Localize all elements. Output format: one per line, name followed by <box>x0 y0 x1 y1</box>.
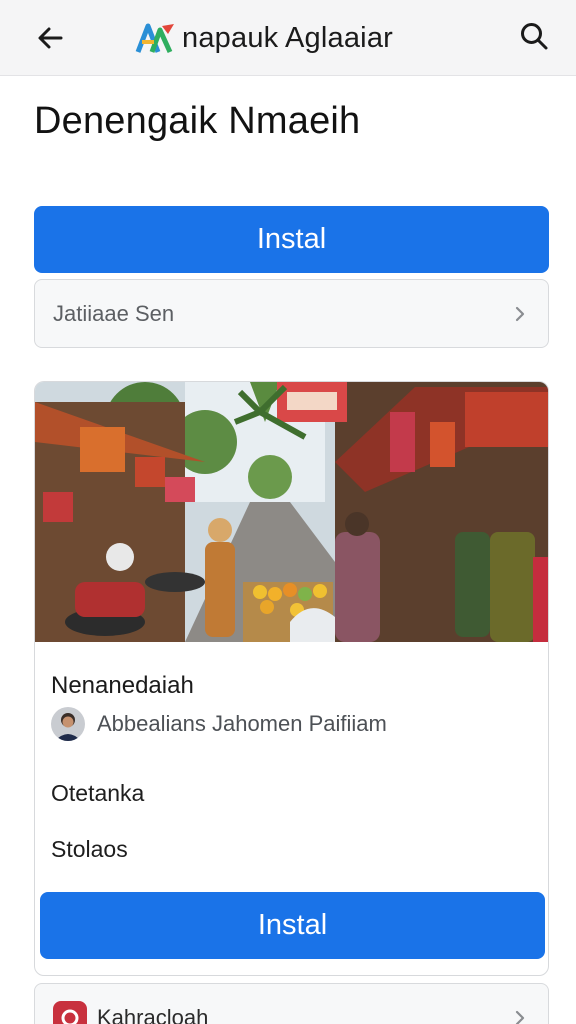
related-app-label: Kahracloah <box>97 1004 209 1024</box>
card-meta-downloads: Stolaos <box>51 836 128 862</box>
app-icon <box>53 1000 87 1024</box>
search-icon <box>521 23 548 50</box>
chevron-right-icon <box>510 1008 530 1024</box>
card-install-button[interactable]: Instal <box>40 892 545 959</box>
arrow-left-icon <box>38 27 63 49</box>
app-title: napauk Aglaaiar <box>182 21 393 54</box>
app-screen: napauk Aglaaiar Denengaik Nmaeih Instal … <box>0 0 576 1024</box>
app-logo-icon <box>135 23 174 54</box>
related-app-row[interactable]: Kahracloah <box>34 983 549 1024</box>
author-row[interactable]: Abbealians Jahomen Paifiiam <box>51 707 387 741</box>
language-row[interactable]: Jatiiaae Sen <box>34 279 549 348</box>
author-name: Abbealians Jahomen Paifiiam <box>97 711 387 736</box>
install-button[interactable]: Instal <box>34 206 549 273</box>
back-button[interactable] <box>30 18 70 58</box>
page-title: Denengaik Nmaeih <box>34 100 361 142</box>
language-row-label: Jatiiaae Sen <box>53 300 175 326</box>
top-app-bar: napauk Aglaaiar <box>0 0 576 76</box>
app-card: Nenanedaiah Abbealians Jahomen Paifiiam … <box>34 381 549 976</box>
card-meta-rating: Otetanka <box>51 780 145 806</box>
card-title: Nenanedaiah <box>51 672 194 699</box>
search-button[interactable] <box>514 16 554 56</box>
avatar <box>51 707 85 741</box>
market-street-photo[interactable] <box>35 382 549 642</box>
app-brand: napauk Aglaaiar <box>134 18 393 58</box>
chevron-right-icon <box>510 304 530 324</box>
